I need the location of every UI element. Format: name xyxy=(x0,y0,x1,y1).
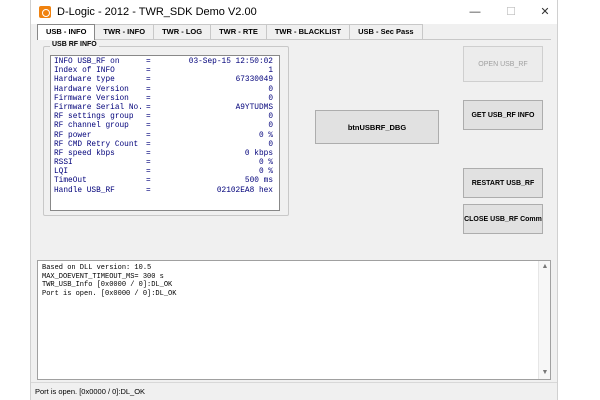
restart-usb-rf-button[interactable]: RESTART USB_RF xyxy=(463,168,543,198)
group-title: USB RF INFO xyxy=(50,41,99,48)
info-key: Firmware Version xyxy=(54,94,129,103)
scroll-up-icon[interactable]: ▲ xyxy=(539,261,551,273)
info-row: RF settings group = 0 xyxy=(54,113,276,122)
open-usb-rf-button[interactable]: OPEN USB_RF xyxy=(463,46,543,82)
info-row: Hardware Version = 0 xyxy=(54,86,276,95)
status-bar: Port is open. [0x0000 / 0]:DL_OK xyxy=(31,382,557,400)
info-row: RF speed kbps = 0 kbps xyxy=(54,150,276,159)
log-line: TWR_USB_Info [0x0000 / 0]:DL_OK xyxy=(42,281,173,289)
log-lines: Based on DLL version: 10.5 MAX_DOEVENT_TI… xyxy=(42,264,536,298)
log-scrollbar[interactable]: ▲ ▼ xyxy=(538,261,550,379)
info-row: Handle USB_RF = 02102EA8 hex xyxy=(54,187,276,196)
info-val: 03-Sep-15 12:50:02 xyxy=(188,58,273,66)
tab-twr-log[interactable]: TWR - LOG xyxy=(153,24,212,39)
info-eq: = xyxy=(146,113,151,122)
info-key: Hardware Version xyxy=(54,85,129,94)
info-key: RF CMD Retry Count xyxy=(54,140,139,149)
info-val: 02102EA8 hex xyxy=(216,186,273,195)
log-line: MAX_DOEVENT_TIMEOUT_MS= 300 s xyxy=(42,272,164,281)
info-row: INFO USB_RF on = 03-Sep-15 12:50:02 xyxy=(54,58,276,67)
info-row: LQI = 0 % xyxy=(54,168,276,177)
info-val: 0 kbps xyxy=(244,149,273,158)
info-val: 0 % xyxy=(258,168,273,177)
info-key: Firmware Serial No. xyxy=(54,103,143,112)
info-val: 0 xyxy=(268,140,273,149)
info-row: TimeOut = 500 ms xyxy=(54,177,276,186)
info-eq: = xyxy=(146,122,151,131)
tab-panel-border xyxy=(37,39,551,40)
info-row: RSSI = 0 % xyxy=(54,159,276,168)
info-row: Index of INFO = 1 xyxy=(54,67,276,76)
info-key: RF channel group xyxy=(54,122,129,131)
info-key: RF power xyxy=(54,131,92,140)
info-eq: = xyxy=(146,177,151,186)
info-eq: = xyxy=(146,94,151,103)
scroll-down-icon[interactable]: ▼ xyxy=(539,367,551,379)
info-row: Hardware type = 67330049 xyxy=(54,76,276,85)
info-eq: = xyxy=(146,186,151,195)
maximize-button[interactable]: ☐ xyxy=(497,4,525,20)
info-eq: = xyxy=(146,76,151,85)
info-val: 0 xyxy=(268,85,273,94)
info-eq: = xyxy=(146,85,151,94)
minimize-button[interactable]: — xyxy=(461,4,489,20)
get-usb-rf-info-button[interactable]: GET USB_RF INFO xyxy=(463,100,543,130)
info-key: TimeOut xyxy=(54,177,87,186)
info-eq: = xyxy=(146,58,151,66)
log-line: Based on DLL version: 10.5 xyxy=(42,264,152,272)
info-key: RF speed kbps xyxy=(54,149,115,158)
info-row: Firmware Serial No. = A9YTUDMS xyxy=(54,104,276,113)
info-eq: = xyxy=(146,140,151,149)
info-key: LQI xyxy=(54,168,69,177)
info-val: 500 ms xyxy=(244,177,273,186)
info-row: RF power = 0 % xyxy=(54,132,276,141)
tab-twr-rte[interactable]: TWR - RTE xyxy=(210,24,267,39)
info-val: 0 xyxy=(268,94,273,103)
info-eq: = xyxy=(146,159,151,168)
tab-bar: USB - INFO TWR - INFO TWR - LOG TWR - RT… xyxy=(37,24,423,40)
info-row: RF CMD Retry Count = 0 xyxy=(54,141,276,150)
info-eq: = xyxy=(146,168,151,177)
info-val: 1 xyxy=(268,67,273,76)
usbrf-dbg-button[interactable]: btnUSBRF_DBG xyxy=(315,110,439,144)
close-usb-rf-comm-button[interactable]: CLOSE USB_RF Comm xyxy=(463,204,543,234)
info-val: 0 xyxy=(268,122,273,131)
info-eq: = xyxy=(146,67,151,76)
info-eq: = xyxy=(146,149,151,158)
info-val: A9YTUDMS xyxy=(235,103,273,112)
info-val: 0 xyxy=(268,113,273,122)
info-key: RF settings group xyxy=(54,113,134,122)
info-val: 0 % xyxy=(258,159,273,168)
log-line: Port is open. [0x0000 / 0]:DL_OK xyxy=(42,289,177,298)
tab-twr-info[interactable]: TWR - INFO xyxy=(94,24,155,39)
info-row: RF channel group = 0 xyxy=(54,122,276,131)
app-window: D-Logic - 2012 - TWR_SDK Demo V2.00 — ☐ … xyxy=(30,0,558,400)
info-val: 67330049 xyxy=(235,76,273,85)
app-logo-icon xyxy=(39,6,51,18)
info-eq: = xyxy=(146,103,151,112)
title-bar[interactable]: D-Logic - 2012 - TWR_SDK Demo V2.00 — ☐ … xyxy=(31,0,557,24)
info-key: Index of INFO xyxy=(54,67,115,76)
usb-rf-info-text[interactable]: INFO USB_RF on = 03-Sep-15 12:50:02 Index o… xyxy=(50,55,280,211)
window-title: D-Logic - 2012 - TWR_SDK Demo V2.00 xyxy=(57,6,257,18)
info-key: Handle USB_RF xyxy=(54,186,115,195)
info-key: RSSI xyxy=(54,159,73,168)
log-textarea[interactable]: Based on DLL version: 10.5 MAX_DOEVENT_TI… xyxy=(37,260,551,380)
status-text: Port is open. [0x0000 / 0]:DL_OK xyxy=(35,387,146,396)
tab-twr-blacklist[interactable]: TWR - BLACKLIST xyxy=(265,24,351,39)
tab-usb-info[interactable]: USB - INFO xyxy=(37,24,96,40)
usb-rf-info-group: USB RF INFO INFO USB_RF on = 03-Sep-15 12:… xyxy=(43,41,289,216)
info-val: 0 % xyxy=(258,131,273,140)
close-window-button[interactable]: ✕ xyxy=(531,4,559,20)
info-row: Firmware Version = 0 xyxy=(54,95,276,104)
info-key: Hardware type xyxy=(54,76,115,85)
info-key: INFO USB_RF on xyxy=(54,58,120,66)
tab-usb-sec-pass[interactable]: USB - Sec Pass xyxy=(349,24,423,39)
info-eq: = xyxy=(146,131,151,140)
